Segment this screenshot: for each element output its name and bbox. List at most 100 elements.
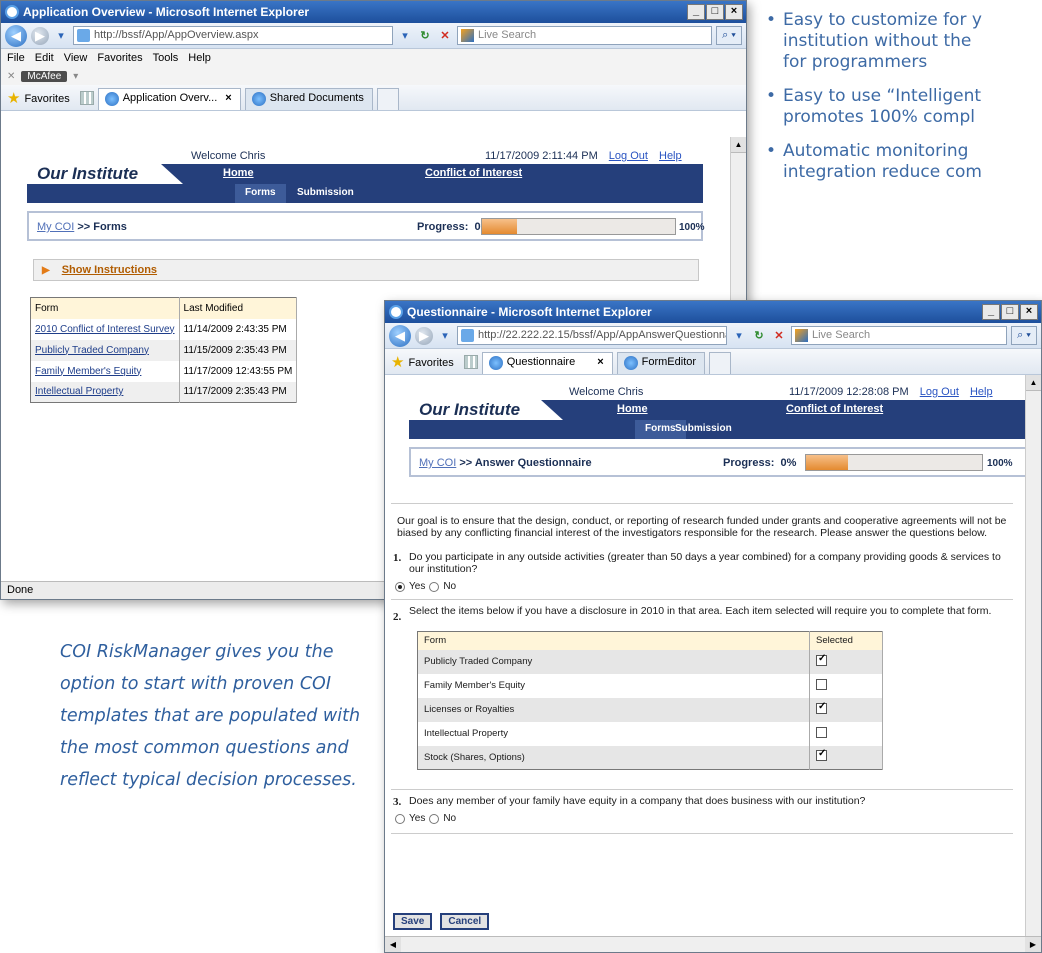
subnav-submission[interactable]: Submission bbox=[297, 187, 354, 198]
back-button[interactable]: ◀ bbox=[389, 324, 411, 347]
expand-triangle-icon: ▶ bbox=[42, 265, 50, 276]
address-bar: ◀ ▶ ▾ http://22.222.22.15/bssf/App/AppAn… bbox=[385, 323, 1041, 349]
vertical-scrollbar[interactable]: ▲ bbox=[1025, 375, 1041, 938]
nav-home[interactable]: Home bbox=[223, 167, 254, 179]
refresh-icon[interactable]: ↻ bbox=[751, 328, 767, 344]
breadcrumb-my-coi[interactable]: My COI bbox=[37, 221, 74, 233]
scroll-right-icon[interactable]: ▶ bbox=[1025, 937, 1041, 952]
mcafee-dropdown-icon[interactable]: ▾ bbox=[73, 71, 78, 82]
tab-application-overview[interactable]: Application Overv... × bbox=[97, 88, 241, 110]
save-button[interactable]: Save bbox=[393, 913, 433, 930]
search-input[interactable]: Live Search bbox=[457, 26, 712, 45]
show-instructions-link[interactable]: Show Instructions bbox=[62, 264, 157, 276]
minimize-button[interactable]: _ bbox=[982, 304, 1000, 320]
forward-button[interactable]: ▶ bbox=[31, 26, 49, 45]
nav-conflict-of-interest[interactable]: Conflict of Interest bbox=[425, 167, 522, 179]
scroll-up-icon[interactable]: ▲ bbox=[731, 137, 746, 153]
form-buttons: Save Cancel bbox=[393, 913, 490, 930]
q3-yes-radio[interactable] bbox=[395, 813, 405, 824]
url-field[interactable]: http://bssf/App/AppOverview.aspx bbox=[73, 26, 393, 45]
table-row: Intellectual Property 11/17/2009 2:35:43… bbox=[30, 381, 298, 403]
maximize-button[interactable]: □ bbox=[1001, 304, 1019, 320]
q1-yes-radio[interactable] bbox=[395, 581, 405, 592]
tab-formeditor[interactable]: FormEditor bbox=[616, 352, 706, 374]
menu-view[interactable]: View bbox=[64, 52, 88, 64]
star-icon[interactable]: ★ bbox=[391, 353, 404, 371]
tab-shared-documents[interactable]: Shared Documents bbox=[244, 88, 373, 110]
chevron-down-icon[interactable]: ▾ bbox=[53, 28, 69, 44]
horizontal-scrollbar[interactable]: ◀ ▶ bbox=[385, 936, 1041, 952]
form-link[interactable]: 2010 Conflict of Interest Survey bbox=[35, 324, 175, 335]
favorites-label[interactable]: Favorites bbox=[24, 93, 69, 105]
title-bar[interactable]: Questionnaire - Microsoft Internet Explo… bbox=[385, 301, 1041, 323]
progress-bar bbox=[481, 218, 676, 235]
select-checkbox[interactable] bbox=[816, 653, 827, 666]
search-input[interactable]: Live Search bbox=[791, 326, 1007, 345]
close-tab-icon[interactable]: × bbox=[597, 356, 603, 368]
close-button[interactable]: × bbox=[1020, 304, 1038, 320]
favorites-bar: ★ Favorites Questionnaire × FormEditor bbox=[385, 349, 1041, 375]
quick-tabs-icon[interactable] bbox=[79, 91, 94, 105]
url-dropdown-icon[interactable]: ▾ bbox=[731, 328, 747, 344]
select-checkbox[interactable] bbox=[816, 701, 827, 714]
mcafee-button[interactable]: McAfee bbox=[21, 70, 68, 82]
breadcrumb-my-coi[interactable]: My COI bbox=[419, 457, 456, 469]
menu-favorites[interactable]: Favorites bbox=[97, 52, 142, 64]
nav-conflict-of-interest[interactable]: Conflict of Interest bbox=[786, 403, 883, 415]
select-checkbox[interactable] bbox=[816, 726, 827, 738]
select-checkbox[interactable] bbox=[816, 678, 827, 690]
title-bar[interactable]: Application Overview - Microsoft Interne… bbox=[1, 1, 746, 23]
minimize-button[interactable]: _ bbox=[687, 4, 705, 20]
close-toolbar-icon[interactable]: ✕ bbox=[7, 71, 15, 82]
nav-home[interactable]: Home bbox=[617, 403, 648, 415]
cancel-button[interactable]: Cancel bbox=[440, 913, 490, 930]
progress-end-label: 100% bbox=[987, 458, 1013, 469]
url-dropdown-icon[interactable]: ▾ bbox=[397, 28, 413, 44]
menu-help[interactable]: Help bbox=[188, 52, 211, 64]
q1-no-radio[interactable] bbox=[429, 581, 440, 592]
logout-link[interactable]: Log Out bbox=[920, 386, 959, 398]
menu-file[interactable]: File bbox=[7, 52, 25, 64]
caption-text: COI RiskManager gives you the option to … bbox=[60, 642, 361, 790]
bullet-item: Easy to customize for y institution with… bbox=[763, 10, 1042, 73]
star-icon[interactable]: ★ bbox=[7, 89, 20, 107]
refresh-icon[interactable]: ↻ bbox=[417, 28, 433, 44]
stop-icon[interactable]: ✕ bbox=[771, 328, 787, 344]
table-row: Family Member's Equity bbox=[417, 673, 883, 698]
favorites-label[interactable]: Favorites bbox=[408, 357, 453, 369]
close-tab-icon[interactable]: × bbox=[225, 92, 231, 104]
q3-radio-group: Yes No bbox=[395, 813, 456, 824]
instructions-bar[interactable]: ▶ Show Instructions bbox=[33, 259, 699, 281]
menu-edit[interactable]: Edit bbox=[35, 52, 54, 64]
form-link[interactable]: Family Member's Equity bbox=[35, 366, 141, 377]
form-link[interactable]: Publicly Traded Company bbox=[35, 345, 149, 356]
subnav-forms[interactable]: Forms bbox=[235, 184, 286, 203]
forward-button[interactable]: ▶ bbox=[415, 326, 433, 345]
select-checkbox[interactable] bbox=[816, 748, 827, 762]
q3-no-radio[interactable] bbox=[429, 813, 440, 824]
maximize-button[interactable]: □ bbox=[706, 4, 724, 20]
form-link[interactable]: Intellectual Property bbox=[35, 386, 123, 397]
url-field[interactable]: http://22.222.22.15/bssf/App/AppAnswerQu… bbox=[457, 326, 727, 345]
search-button[interactable]: ⌕ ▾ bbox=[1011, 326, 1037, 345]
quick-tabs-icon[interactable] bbox=[463, 355, 478, 369]
window-title: Application Overview - Microsoft Interne… bbox=[23, 5, 310, 19]
help-link[interactable]: Help bbox=[659, 150, 682, 162]
chevron-down-icon[interactable]: ▾ bbox=[437, 328, 453, 344]
stop-icon[interactable]: ✕ bbox=[437, 28, 453, 44]
back-button[interactable]: ◀ bbox=[5, 24, 27, 47]
subnav-submission[interactable]: Submission bbox=[675, 423, 732, 434]
progress-end-label: 100% bbox=[679, 222, 705, 233]
new-tab-button[interactable] bbox=[376, 88, 399, 110]
scroll-left-icon[interactable]: ◀ bbox=[385, 937, 401, 952]
form-name: Licenses or Royalties bbox=[417, 697, 810, 722]
help-link[interactable]: Help bbox=[970, 386, 993, 398]
search-button[interactable]: ⌕ ▾ bbox=[716, 26, 742, 45]
tab-questionnaire[interactable]: Questionnaire × bbox=[481, 352, 613, 374]
new-tab-button[interactable] bbox=[709, 352, 732, 374]
menu-tools[interactable]: Tools bbox=[153, 52, 179, 64]
close-button[interactable]: × bbox=[725, 4, 743, 20]
welcome-text: Welcome Chris bbox=[191, 150, 266, 162]
scroll-up-icon[interactable]: ▲ bbox=[1026, 375, 1041, 391]
logout-link[interactable]: Log Out bbox=[609, 150, 648, 162]
